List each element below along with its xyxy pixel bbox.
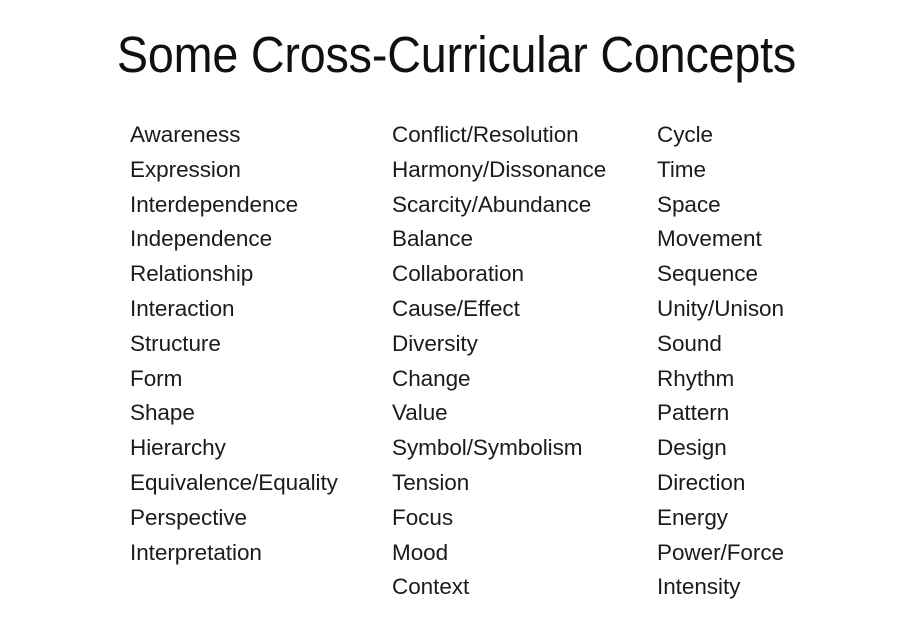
concept-item: Harmony/Dissonance: [392, 156, 607, 182]
concept-item: Interdependence: [130, 191, 299, 217]
concept-item: Equivalence/Equality: [130, 469, 338, 495]
concept-item: Hierarchy: [130, 435, 226, 461]
concept-item: Mood: [392, 539, 449, 565]
concept-item: Space: [657, 191, 721, 217]
concept-item: Structure: [130, 330, 221, 356]
concept-item: Design: [657, 435, 727, 461]
concepts-columns: Awareness Expression Interdependence Ind…: [0, 118, 913, 618]
concept-item: Focus: [392, 504, 454, 530]
concept-column-2: Conflict/Resolution Harmony/Dissonance S…: [392, 118, 650, 605]
concept-item: Cycle: [657, 122, 714, 147]
concept-item: Conflict/Resolution: [392, 122, 579, 147]
concept-item: Energy: [657, 504, 728, 530]
concept-item: Collaboration: [392, 261, 524, 287]
concept-item: Direction: [657, 469, 746, 495]
concept-item: Shape: [130, 400, 195, 426]
concept-item: Awareness: [130, 122, 241, 147]
concept-column-3: Cycle Time Space Movement Sequence Unity…: [657, 118, 907, 605]
concept-item: Relationship: [130, 261, 254, 287]
concept-item: Diversity: [392, 330, 478, 356]
concept-item: Tension: [392, 469, 470, 495]
concept-item: Symbol/Symbolism: [392, 435, 583, 461]
concept-item: Interaction: [130, 295, 235, 321]
concept-item: Rhythm: [657, 365, 735, 391]
concept-item: Context: [392, 574, 470, 600]
concept-item: Independence: [130, 226, 273, 252]
concept-item: Balance: [392, 226, 473, 252]
concept-item: Cause/Effect: [392, 295, 520, 321]
concept-item: Scarcity/Abundance: [392, 191, 592, 217]
concept-item: Change: [392, 365, 471, 391]
concept-item: Expression: [130, 156, 241, 182]
concept-item: Form: [130, 365, 183, 391]
concept-item: Sound: [657, 330, 722, 356]
concept-item: Movement: [657, 226, 762, 252]
concept-item: Power/Force: [657, 539, 784, 565]
concept-item: Perspective: [130, 504, 248, 530]
page-title: Some Cross-Curricular Concepts: [116, 26, 797, 83]
concept-item: Intensity: [657, 574, 741, 600]
concept-item: Sequence: [657, 261, 758, 287]
concept-item: Value: [392, 400, 448, 426]
concept-item: Time: [657, 156, 706, 182]
concept-item: Pattern: [657, 400, 730, 426]
concept-column-1: Awareness Expression Interdependence Ind…: [130, 118, 385, 570]
concept-item: Unity/Unison: [657, 295, 784, 321]
slide-canvas: Some Cross-Curricular Concepts Awareness…: [0, 0, 913, 634]
concept-item: Interpretation: [130, 539, 262, 565]
